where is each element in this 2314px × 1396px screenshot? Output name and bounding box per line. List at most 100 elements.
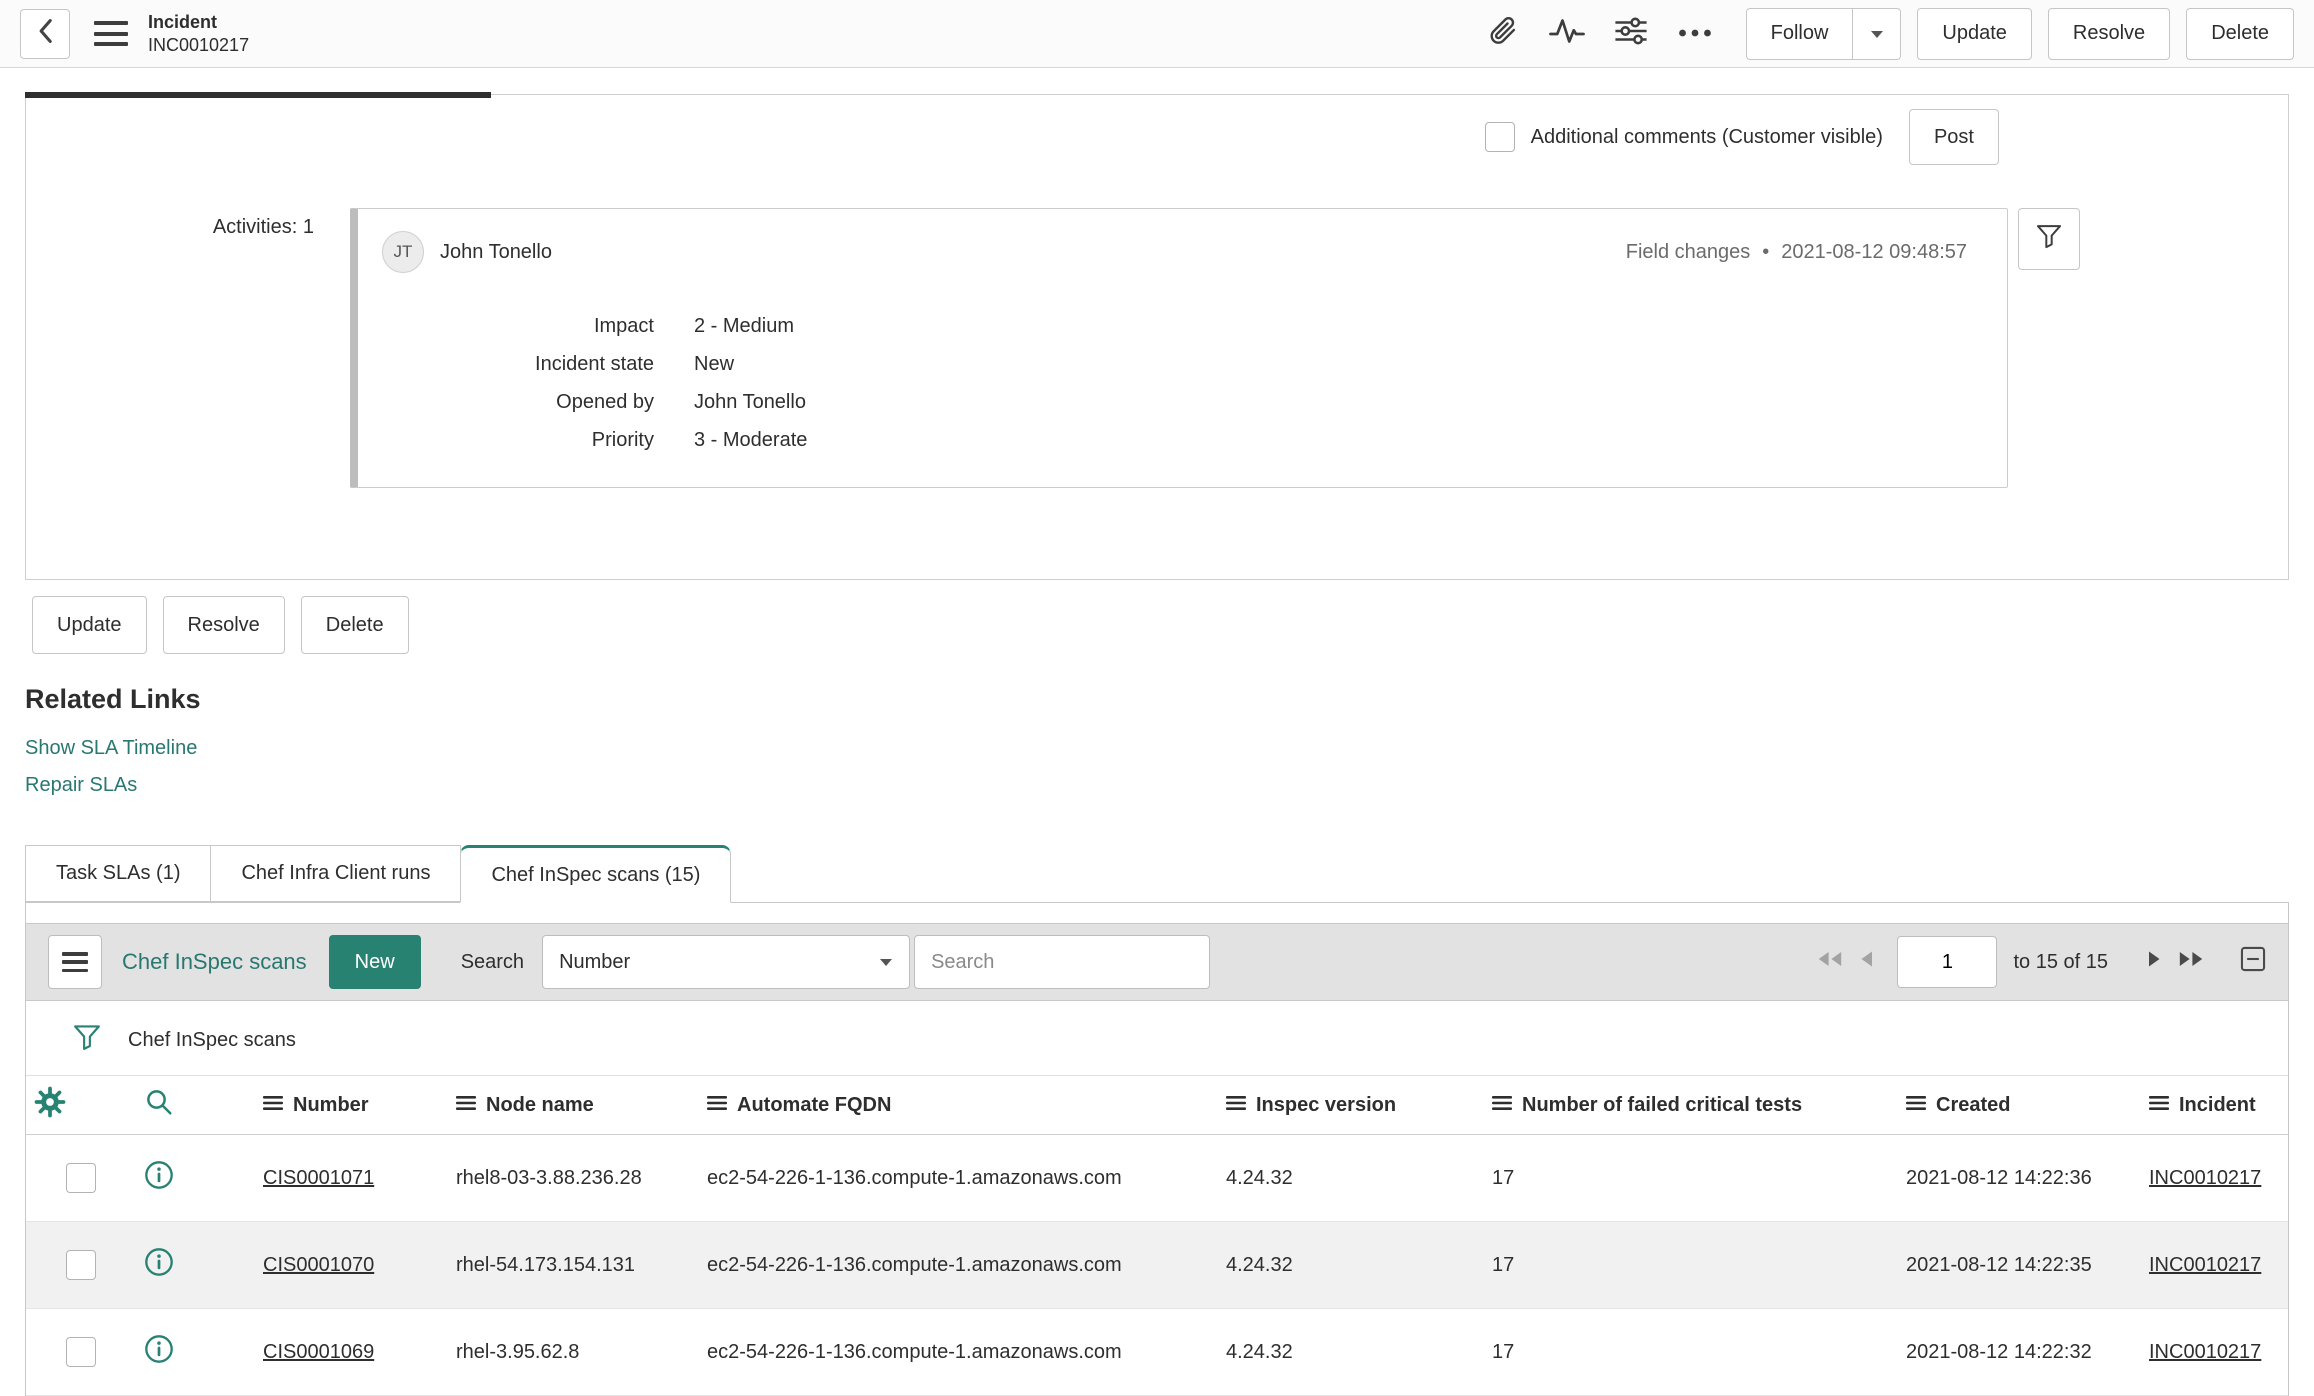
show-sla-timeline-link[interactable]: Show SLA Timeline — [25, 737, 197, 760]
activities-row: Activities: 1 JT John Tonello Field chan… — [26, 208, 2288, 488]
caret-down-icon — [1870, 22, 1884, 45]
column-header-node-name[interactable]: Node name — [456, 1094, 691, 1117]
chevron-left-icon — [36, 18, 54, 50]
field-change-value: John Tonello — [694, 391, 806, 413]
scan-number-link[interactable]: CIS0001071 — [263, 1167, 374, 1189]
field-change-row: Incident state New — [382, 345, 1967, 383]
field-change-row: Priority 3 - Moderate — [382, 421, 1967, 459]
row-preview-button[interactable] — [144, 1247, 174, 1283]
inspec-version-cell: 4.24.32 — [1218, 1134, 1484, 1222]
header-delete-button[interactable]: Delete — [2186, 7, 2294, 60]
incident-link[interactable]: INC0010217 — [2149, 1167, 2261, 1189]
activity-author: John Tonello — [440, 240, 552, 263]
field-change-label: Impact — [593, 315, 654, 337]
post-button[interactable]: Post — [1908, 109, 1999, 165]
activity-filter-button[interactable] — [2018, 208, 2080, 270]
search-field-select[interactable]: Number — [542, 935, 911, 989]
activity-event-type: Field changes — [1625, 240, 1751, 263]
field-change-label: Opened by — [556, 391, 654, 413]
activity-stream-button[interactable] — [1542, 9, 1592, 59]
stacked-lines-icon — [707, 1094, 727, 1117]
row-preview-button[interactable] — [144, 1334, 174, 1370]
table-header-row: Number Node name Automate FQDN Inspec ve… — [26, 1075, 2288, 1135]
header-resolve-button[interactable]: Resolve — [2047, 7, 2171, 60]
related-list-tabs: Task SLAs (1) Chef Infra Client runs Che… — [25, 845, 2314, 903]
stacked-lines-icon — [1492, 1094, 1512, 1117]
tab-chef-inspec-scans[interactable]: Chef InSpec scans (15) — [460, 845, 732, 903]
follow-button[interactable]: Follow — [1745, 7, 1854, 60]
scan-number-link[interactable]: CIS0001070 — [263, 1254, 374, 1276]
square-minus-icon — [2240, 946, 2266, 978]
column-header-incident[interactable]: Incident — [2149, 1094, 2280, 1117]
incident-link[interactable]: INC0010217 — [2149, 1254, 2261, 1276]
collapse-list-button[interactable] — [2240, 946, 2266, 978]
more-options-button[interactable] — [1670, 9, 1720, 59]
node-name-cell: rhel-3.95.62.8 — [448, 1308, 699, 1396]
stacked-lines-icon — [456, 1094, 476, 1117]
field-change-label: Incident state — [535, 353, 654, 375]
stacked-lines-icon — [263, 1094, 283, 1117]
column-search-button[interactable] — [144, 1087, 174, 1123]
incident-link[interactable]: INC0010217 — [2149, 1341, 2261, 1363]
ellipsis-icon — [1678, 22, 1712, 45]
new-record-button[interactable]: New — [328, 935, 421, 989]
funnel-icon[interactable] — [72, 1022, 102, 1058]
failed-tests-cell: 17 — [1484, 1221, 1898, 1309]
created-cell: 2021-08-12 14:22:35 — [1898, 1221, 2141, 1309]
row-preview-button[interactable] — [144, 1160, 174, 1196]
list-search-input[interactable] — [914, 935, 1211, 989]
automate-fqdn-cell: ec2-54-226-1-136.compute-1.amazonaws.com — [699, 1221, 1218, 1309]
prev-page-button[interactable] — [1851, 950, 1881, 974]
column-header-inspec-version[interactable]: Inspec version — [1226, 1094, 1476, 1117]
repair-slas-link[interactable]: Repair SLAs — [25, 774, 137, 797]
related-links-title: Related Links — [25, 684, 201, 714]
related-links-section: Related Links Show SLA Timeline Repair S… — [25, 684, 2314, 797]
activity-field-changes: Impact 2 - Medium Incident state New Ope… — [382, 307, 1967, 459]
table-row: CIS0001069 rhel-3.95.62.8 ec2-54-226-1-1… — [26, 1308, 2288, 1396]
automate-fqdn-cell: ec2-54-226-1-136.compute-1.amazonaws.com — [699, 1134, 1218, 1222]
table-row: CIS0001071 rhel8-03-3.88.236.28 ec2-54-2… — [26, 1134, 2288, 1222]
stacked-lines-icon — [1226, 1094, 1246, 1117]
avatar: JT — [382, 231, 424, 273]
update-button[interactable]: Update — [32, 596, 147, 654]
scans-table: Number Node name Automate FQDN Inspec ve… — [26, 1075, 2288, 1396]
resolve-button[interactable]: Resolve — [162, 596, 285, 654]
last-page-button[interactable] — [2170, 950, 2212, 974]
created-cell: 2021-08-12 14:22:32 — [1898, 1308, 2141, 1396]
page-number-input[interactable] — [1897, 936, 1998, 988]
activities-counter: Activities: 1 — [212, 216, 314, 238]
record-type-label: Incident — [148, 12, 218, 32]
field-change-row: Impact 2 - Medium — [382, 307, 1967, 345]
column-header-automate-fqdn[interactable]: Automate FQDN — [707, 1094, 1210, 1117]
tab-chef-infra-client-runs[interactable]: Chef Infra Client runs — [210, 845, 462, 902]
gear-icon — [34, 1086, 66, 1124]
list-menu-button[interactable] — [48, 935, 102, 989]
scan-number-link[interactable]: CIS0001069 — [263, 1341, 374, 1363]
double-triangle-right-icon — [2177, 950, 2205, 974]
row-checkbox[interactable] — [66, 1250, 96, 1280]
caret-down-icon — [879, 958, 893, 967]
attachment-button[interactable] — [1478, 9, 1528, 59]
list-breadcrumb: Chef InSpec scans — [26, 1005, 2288, 1075]
back-button[interactable] — [20, 8, 70, 59]
follow-dropdown-button[interactable] — [1853, 7, 1902, 60]
column-header-number[interactable]: Number — [263, 1094, 440, 1117]
context-menu-icon[interactable] — [94, 21, 128, 46]
field-change-value: 2 - Medium — [694, 315, 795, 337]
row-checkbox[interactable] — [66, 1163, 96, 1193]
column-header-created[interactable]: Created — [1906, 1094, 2133, 1117]
next-page-button[interactable] — [2140, 950, 2170, 974]
first-page-button[interactable] — [1809, 950, 1851, 974]
breadcrumb-label[interactable]: Chef InSpec scans — [128, 1029, 296, 1052]
personalize-form-button[interactable] — [1606, 9, 1656, 59]
delete-button[interactable]: Delete — [300, 596, 409, 654]
record-header: Incident INC0010217 Follow Update Resolv… — [0, 0, 2314, 68]
form-action-buttons: Update Resolve Delete — [32, 596, 2314, 654]
triangle-left-icon — [1858, 950, 1874, 974]
header-update-button[interactable]: Update — [1917, 7, 2032, 60]
tab-task-slas[interactable]: Task SLAs (1) — [25, 845, 212, 902]
customer-visible-checkbox[interactable] — [1484, 122, 1515, 152]
row-checkbox[interactable] — [66, 1337, 96, 1367]
column-header-failed-tests[interactable]: Number of failed critical tests — [1492, 1094, 1890, 1117]
personalize-columns-button[interactable] — [34, 1086, 66, 1124]
